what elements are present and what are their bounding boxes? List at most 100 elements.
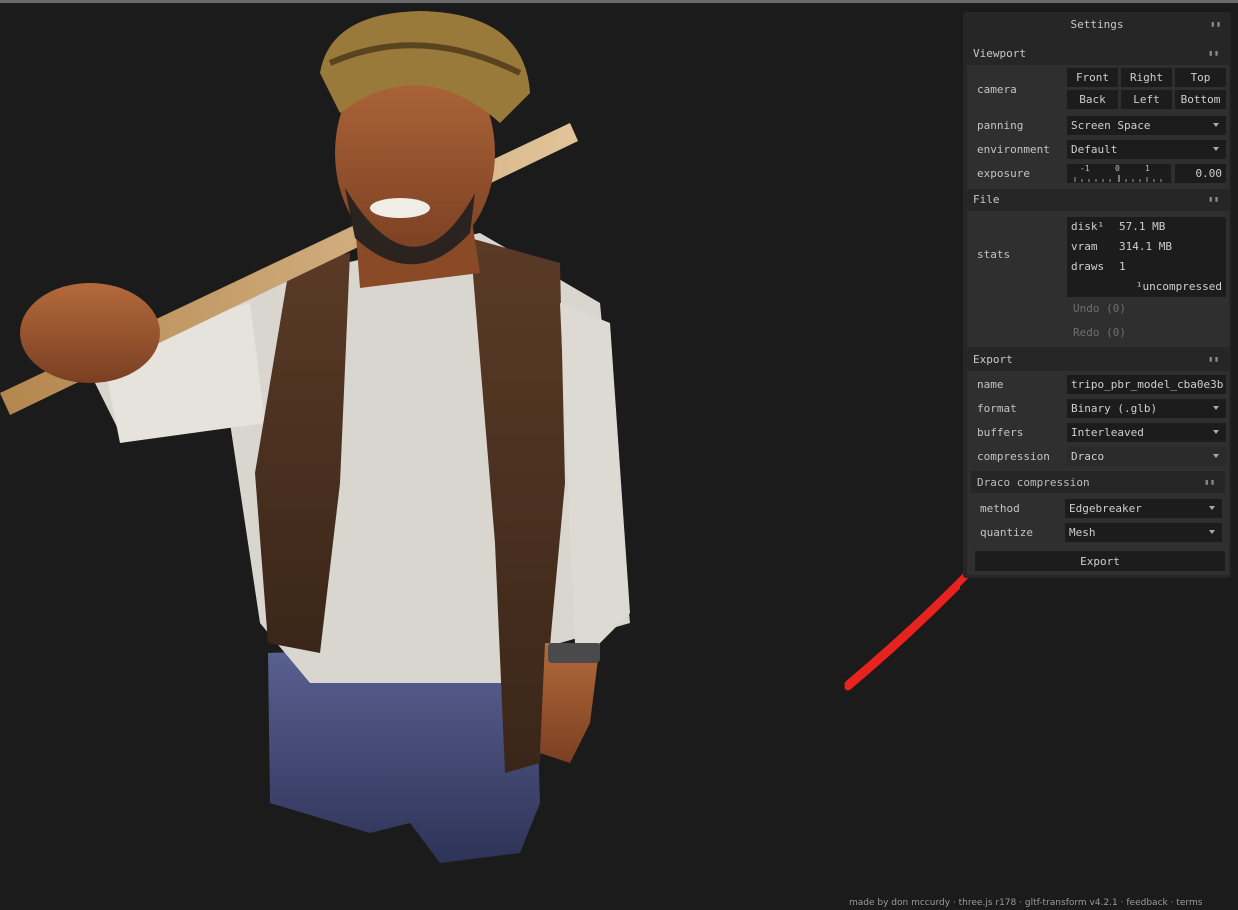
export-folder-title: Export <box>973 352 1013 366</box>
chevron-down-icon <box>1213 406 1219 410</box>
footer-separator: · <box>1170 898 1174 908</box>
grip-icon[interactable]: ▮▮ <box>1208 355 1220 364</box>
exposure-label: exposure <box>977 166 1030 180</box>
draco-folder: method Edgebreaker quantize Mesh <box>975 495 1225 549</box>
grip-icon[interactable]: ▮▮ <box>1204 478 1216 487</box>
stats-label: stats <box>977 248 1011 261</box>
footer-separator: · <box>952 898 956 908</box>
grip-icon[interactable]: ▮▮ <box>1210 20 1222 29</box>
settings-title: Settings <box>1070 17 1124 31</box>
exposure-value: 0.00 <box>1195 166 1223 180</box>
draws-key: draws <box>1071 260 1105 273</box>
file-folder-title: File <box>973 192 1000 206</box>
quantize-select[interactable]: Mesh <box>1065 522 1222 542</box>
format-row: format Binary (.glb) <box>967 397 1229 419</box>
footer-gltf-transform-link[interactable]: gltf-transform v4.2.1 <box>1025 898 1118 908</box>
footer-terms-link[interactable]: terms <box>1176 898 1202 908</box>
camera-left-button[interactable]: Left <box>1121 90 1172 109</box>
method-label: method <box>980 501 1020 515</box>
format-select[interactable]: Binary (.glb) <box>1067 398 1226 418</box>
exposure-tick-label: -1 <box>1080 164 1090 173</box>
camera-back-button[interactable]: Back <box>1067 90 1118 109</box>
draws-value: 1 <box>1119 260 1126 273</box>
vram-key: vram <box>1071 240 1098 253</box>
chevron-down-icon <box>1213 147 1219 151</box>
stats-note: ¹uncompressed <box>1135 280 1222 293</box>
settings-panel: Settings ▮▮ Viewport ▮▮ camera Front Rig… <box>963 12 1231 578</box>
quantize-row: quantize Mesh <box>975 521 1225 543</box>
chevron-down-icon <box>1213 454 1219 458</box>
camera-label: camera <box>977 82 1017 96</box>
method-select[interactable]: Edgebreaker <box>1065 498 1222 518</box>
viewport-folder-title: Viewport <box>973 46 1026 60</box>
panning-label: panning <box>977 118 1024 132</box>
grip-icon[interactable]: ▮▮ <box>1208 49 1220 58</box>
environment-select[interactable]: Default <box>1067 139 1226 159</box>
model-render <box>0 11 1064 863</box>
grip-icon[interactable]: ▮▮ <box>1208 195 1220 204</box>
compression-row: compression Draco <box>967 445 1229 467</box>
buffers-select[interactable]: Interleaved <box>1067 422 1226 442</box>
stats-box: disk¹ 57.1 MB vram 314.1 MB draws 1 ¹unc… <box>1067 217 1226 297</box>
disk-value: 57.1 MB <box>1119 220 1166 233</box>
panning-row: panning Screen Space <box>967 114 1229 136</box>
chevron-down-icon <box>1213 123 1219 127</box>
name-value: tripo_pbr_model_cba0e3b <box>1071 377 1224 391</box>
name-row: name tripo_pbr_model_cba0e3b <box>967 373 1229 395</box>
disk-key: disk¹ <box>1071 220 1105 233</box>
footer-separator: · <box>1019 898 1023 908</box>
environment-label: environment <box>977 142 1050 156</box>
format-label: format <box>977 401 1017 415</box>
panning-value: Screen Space <box>1071 118 1151 132</box>
chevron-down-icon <box>1213 430 1219 434</box>
draco-folder-header[interactable]: Draco compression ▮▮ <box>971 471 1225 493</box>
3d-viewport[interactable] <box>0 3 1064 893</box>
footer-made-by-link[interactable]: made by don mccurdy <box>849 898 950 908</box>
camera-top-button[interactable]: Top <box>1175 68 1226 87</box>
exposure-ticks <box>1074 175 1162 182</box>
buffers-label: buffers <box>977 425 1024 439</box>
undo-button[interactable]: Undo (0) <box>1073 302 1126 315</box>
compression-select[interactable]: Draco <box>1067 446 1226 466</box>
camera-bottom-button[interactable]: Bottom <box>1175 90 1226 109</box>
buffers-row: buffers Interleaved <box>967 421 1229 443</box>
name-label: name <box>977 377 1004 391</box>
draco-folder-title: Draco compression <box>977 475 1090 489</box>
redo-button[interactable]: Redo (0) <box>1073 326 1126 339</box>
compression-value: Draco <box>1071 449 1105 463</box>
footer-threejs-link[interactable]: three.js r178 <box>959 898 1017 908</box>
exposure-value-field[interactable]: 0.00 <box>1175 163 1226 183</box>
exposure-slider[interactable]: -1 0 1 <box>1067 164 1171 183</box>
export-button[interactable]: Export <box>975 551 1225 571</box>
compression-label: compression <box>977 449 1050 463</box>
camera-row: camera Front Right Top Back Left Bottom <box>967 65 1229 113</box>
camera-front-button[interactable]: Front <box>1067 68 1118 87</box>
viewport-folder-header[interactable]: Viewport ▮▮ <box>967 42 1229 64</box>
environment-row: environment Default <box>967 138 1229 160</box>
viewport-folder: camera Front Right Top Back Left Bottom … <box>967 65 1229 189</box>
panning-select[interactable]: Screen Space <box>1067 115 1226 135</box>
method-value: Edgebreaker <box>1069 501 1142 515</box>
name-input[interactable]: tripo_pbr_model_cba0e3b <box>1067 374 1226 394</box>
vram-value: 314.1 MB <box>1119 240 1172 253</box>
export-folder-header[interactable]: Export ▮▮ <box>967 348 1229 370</box>
footer-feedback-link[interactable]: feedback <box>1126 898 1167 908</box>
file-folder: stats disk¹ 57.1 MB vram 314.1 MB draws … <box>967 211 1229 347</box>
exposure-tick-label: 0 <box>1115 164 1120 173</box>
chevron-down-icon <box>1209 506 1215 510</box>
file-folder-header[interactable]: File ▮▮ <box>967 188 1229 210</box>
quantize-label: quantize <box>980 525 1033 539</box>
footer: made by don mccurdy · three.js r178 · gl… <box>849 898 1238 910</box>
settings-title-bar[interactable]: Settings ▮▮ <box>963 12 1231 36</box>
method-row: method Edgebreaker <box>975 497 1225 519</box>
chevron-down-icon <box>1209 530 1215 534</box>
buffers-value: Interleaved <box>1071 425 1144 439</box>
environment-value: Default <box>1071 142 1118 156</box>
export-folder: name tripo_pbr_model_cba0e3b format Bina… <box>967 371 1229 575</box>
exposure-row: exposure -1 0 1 0.00 <box>967 162 1229 184</box>
quantize-value: Mesh <box>1069 525 1096 539</box>
camera-right-button[interactable]: Right <box>1121 68 1172 87</box>
exposure-tick-label: 1 <box>1145 164 1150 173</box>
footer-separator: · <box>1120 898 1124 908</box>
format-value: Binary (.glb) <box>1071 401 1158 415</box>
